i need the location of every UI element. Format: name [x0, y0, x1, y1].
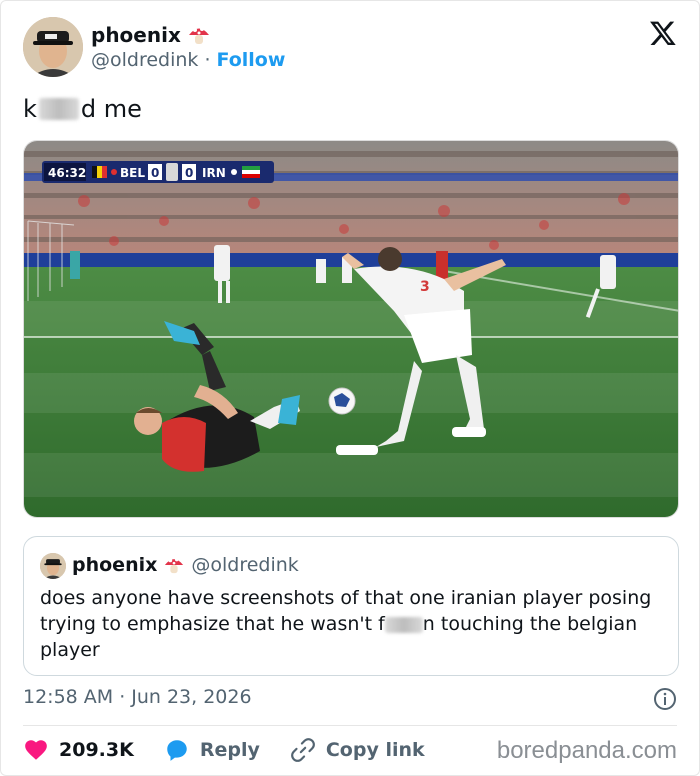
tweet-date: Jun 23, 2026 [131, 686, 252, 708]
reply-button[interactable]: Reply [164, 737, 260, 763]
scorebug-time: 46:32 [48, 166, 86, 180]
tweet-text-start: k [23, 95, 37, 123]
user-handle[interactable]: @oldredink [91, 49, 198, 71]
reply-bubble-icon [167, 740, 187, 761]
info-icon[interactable] [653, 687, 677, 711]
link-icon [290, 738, 315, 762]
mushroom-emoji-icon [188, 27, 209, 44]
scorebug-away-team: IRN [202, 166, 226, 180]
copy-link-button[interactable]: Copy link [290, 737, 425, 763]
watermark: boredpanda.com [496, 737, 677, 764]
quote-avatar[interactable] [40, 553, 66, 579]
tweet-timestamp[interactable]: 12:58 AM · Jun 23, 2026 [23, 686, 252, 708]
scorebug-home-score: 0 [151, 166, 159, 180]
quote-text: does anyone have screenshots of that one… [40, 585, 664, 663]
svg-text:3: 3 [420, 279, 430, 295]
x-logo-icon[interactable] [649, 19, 677, 47]
tweet-card: phoenix @oldredink · Follow k d me 3 46:… [0, 0, 700, 776]
quote-display-name: phoenix [72, 554, 158, 576]
quote-handle: @oldredink [191, 554, 299, 576]
scorebug-away-score: 0 [185, 166, 193, 180]
copy-link-label: Copy link [325, 739, 425, 761]
separator-dot: · [204, 49, 211, 71]
scorebug-home-team: BEL [120, 166, 145, 180]
censor-blur [38, 98, 79, 120]
mushroom-emoji-icon [165, 557, 184, 574]
heart-icon [25, 740, 47, 760]
tweet-text: k d me [23, 95, 142, 123]
tweet-time: 12:58 AM [23, 686, 114, 708]
tweet-text-end: d me [80, 95, 142, 123]
avatar[interactable] [23, 17, 83, 77]
tweet-image[interactable]: 3 46:32 BEL 0 0 IRN [23, 140, 679, 518]
like-button[interactable]: 209.3K [23, 737, 134, 763]
action-bar: 209.3K Reply Copy link [23, 737, 455, 763]
separator-dot: · [119, 686, 126, 708]
quoted-tweet[interactable]: phoenix @oldredink does anyone have scre… [23, 536, 679, 676]
like-count: 209.3K [59, 739, 134, 761]
divider [23, 725, 677, 726]
follow-button[interactable]: Follow [216, 49, 285, 71]
censor-blur [384, 616, 423, 633]
reply-label: Reply [199, 739, 260, 761]
display-name[interactable]: phoenix [91, 23, 181, 47]
